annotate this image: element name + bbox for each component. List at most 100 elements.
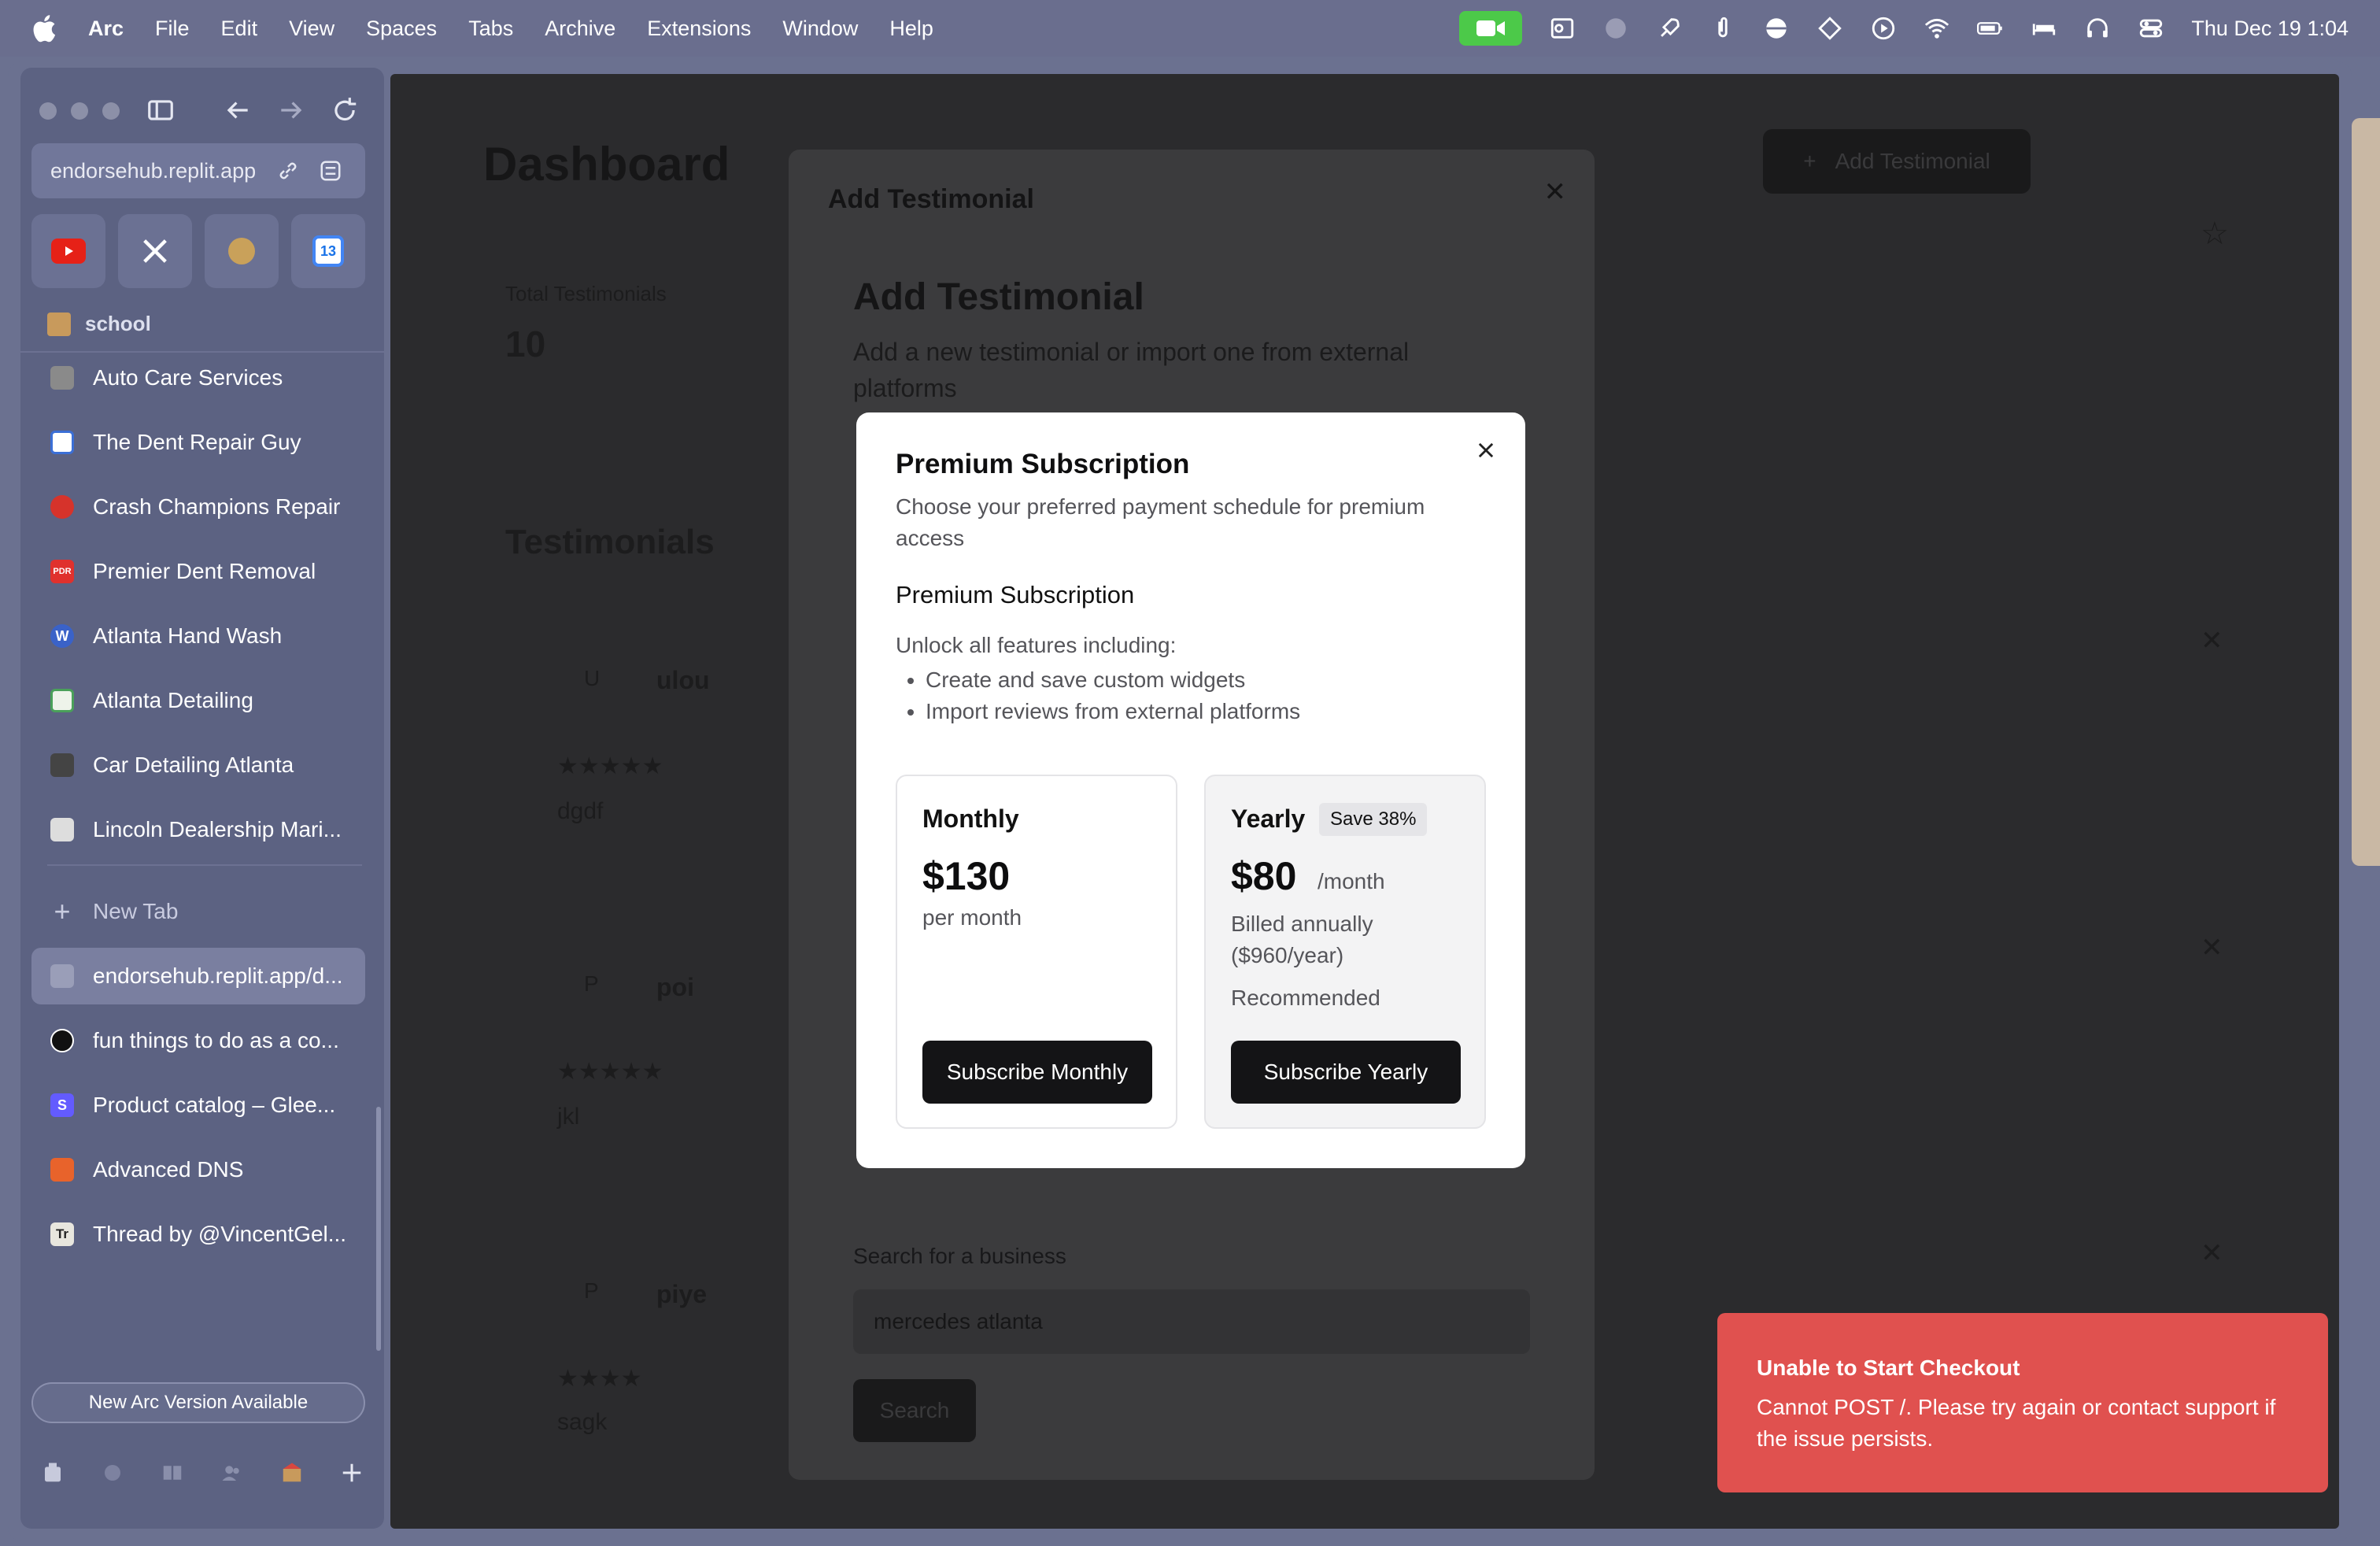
monthly-plan-card[interactable]: Monthly $130 per month Subscribe Monthly [896,775,1177,1129]
tab-label: Lincoln Dealership Mari... [93,817,342,841]
entry-name: piye [656,1280,708,1308]
pinned-tab-atlanta-detailing[interactable]: Atlanta Detailing [31,672,365,729]
new-tab-label: New Tab [93,899,179,923]
tab-label: Thread by @VincentGel... [93,1222,347,1246]
plan-period: /month [1318,869,1385,893]
headphones-icon[interactable] [2084,15,2111,42]
tab-thread-reader[interactable]: Tr Thread by @VincentGel... [31,1206,365,1263]
space-ghost-icon[interactable] [99,1459,126,1486]
diamond-icon[interactable] [1816,15,1843,42]
url-bar[interactable]: endorsehub.replit.app [31,143,365,198]
stat-label: Total Testimonials [505,282,667,305]
pinned-tab-atlanta-hand-wash[interactable]: W Atlanta Hand Wash [31,608,365,664]
tab-chatgpt[interactable]: fun things to do as a co... [31,1012,365,1069]
rocket-icon[interactable] [1656,15,1683,42]
car-icon [50,689,74,712]
pinned-tab-auto-care[interactable]: Auto Care Services [31,350,365,406]
sidebar-toggle-icon[interactable] [139,88,183,132]
menu-extensions[interactable]: Extensions [647,17,751,41]
outlook-icon[interactable] [1549,15,1576,42]
background-window-edge [2352,118,2380,866]
url-text[interactable]: endorsehub.replit.app [50,159,261,183]
forward-arrow-icon[interactable] [269,88,313,132]
new-tab-button[interactable]: + New Tab [31,883,365,940]
close-icon[interactable] [1475,439,1497,461]
menu-window[interactable]: Window [782,17,858,41]
entry-rating: ★★★★★ [557,753,663,779]
box-icon [50,366,74,390]
maximize-window-button[interactable] [102,102,120,120]
control-center-icon[interactable] [2138,15,2164,42]
tab-stripe[interactable]: S Product catalog – Glee... [31,1077,365,1134]
youtube-icon [51,239,86,264]
menu-edit[interactable]: Edit [221,17,258,41]
tab-label: fun things to do as a co... [93,1028,339,1052]
dialog-description: Add a new testimonial or import one from… [853,338,1410,402]
apple-icon[interactable] [30,13,57,44]
toggle-icon[interactable] [1763,15,1790,42]
menu-view[interactable]: View [289,17,334,41]
facetime-icon[interactable] [1459,11,1523,46]
space-header[interactable]: school [47,312,151,336]
menu-tabs[interactable]: Tabs [468,17,513,41]
business-search-input[interactable]: mercedes atlanta [853,1289,1530,1354]
space-book-icon[interactable] [159,1459,186,1486]
pinned-tab-lincoln-dealership[interactable]: Lincoln Dealership Mari... [31,801,365,858]
pinned-tab-car-detailing-atlanta[interactable]: Car Detailing Atlanta [31,737,365,793]
paperclip-icon[interactable] [1709,15,1736,42]
add-testimonial-button[interactable]: + Add Testimonial [1763,129,2031,194]
site-settings-icon[interactable] [315,155,346,187]
minimize-window-button[interactable] [71,102,88,120]
delete-icon[interactable]: ✕ [2201,1237,2223,1269]
space-people-icon[interactable] [219,1459,246,1486]
plan-price: $130 [922,854,1011,898]
pinned-tab-crash-champions[interactable]: Crash Champions Repair [31,479,365,535]
pinned-tab-premier-dent[interactable]: PDR Premier Dent Removal [31,543,365,600]
delete-icon[interactable]: ✕ [2201,932,2223,963]
close-window-button[interactable] [39,102,57,120]
tab-label: Product catalog – Glee... [93,1093,336,1117]
battery-icon[interactable] [1977,15,2004,42]
favorite-calendar[interactable]: 13 [291,214,365,288]
yearly-plan-card[interactable]: Yearly Save 38% $80 /month Billed annual… [1204,775,1486,1129]
menu-spaces[interactable]: Spaces [366,17,437,41]
archive-icon[interactable] [39,1459,66,1486]
link-icon[interactable] [272,155,304,187]
tab-namecheap[interactable]: Advanced DNS [31,1141,365,1198]
tab-label: Atlanta Hand Wash [93,623,283,648]
search-button[interactable]: Search [853,1379,976,1442]
menu-archive[interactable]: Archive [545,17,615,41]
tab-endorsehub[interactable]: endorsehub.replit.app/d... [31,948,365,1004]
delete-icon[interactable]: ✕ [2201,625,2223,656]
subscribe-monthly-button[interactable]: Subscribe Monthly [922,1041,1152,1104]
x-icon [139,235,171,267]
mascot-icon [228,238,255,264]
space-school-icon[interactable] [279,1459,305,1486]
menu-help[interactable]: Help [889,17,933,41]
favorite-mascot[interactable] [205,214,279,288]
plus-icon: + [54,895,71,927]
menu-file[interactable]: File [155,17,190,41]
sidebar-scrollbar[interactable] [376,1107,381,1351]
menu-clock[interactable]: Thu Dec 19 1:04 [2191,17,2349,41]
menu-app-name[interactable]: Arc [88,17,124,41]
error-toast[interactable]: Unable to Start Checkout Cannot POST /. … [1717,1313,2328,1492]
close-icon[interactable]: ✕ [1544,176,1567,208]
add-space-icon[interactable] [338,1459,365,1486]
globe-icon[interactable] [1602,15,1629,42]
reload-icon[interactable] [323,88,367,132]
bed-icon[interactable] [2031,15,2057,42]
play-icon[interactable] [1870,15,1897,42]
lincoln-icon [50,818,74,841]
wifi-icon[interactable] [1924,15,1950,42]
back-arrow-icon[interactable] [216,88,260,132]
arc-update-banner[interactable]: New Arc Version Available [31,1382,365,1423]
favorite-youtube[interactable] [31,214,105,288]
plan-period: per month [922,905,1022,930]
pdr-icon: PDR [50,560,74,583]
crash-icon [50,495,74,519]
pinned-tab-dent-repair-guy[interactable]: The Dent Repair Guy [31,414,365,471]
subscribe-yearly-button[interactable]: Subscribe Yearly [1231,1041,1461,1104]
stripe-icon: S [50,1093,74,1117]
favorite-x[interactable] [118,214,192,288]
